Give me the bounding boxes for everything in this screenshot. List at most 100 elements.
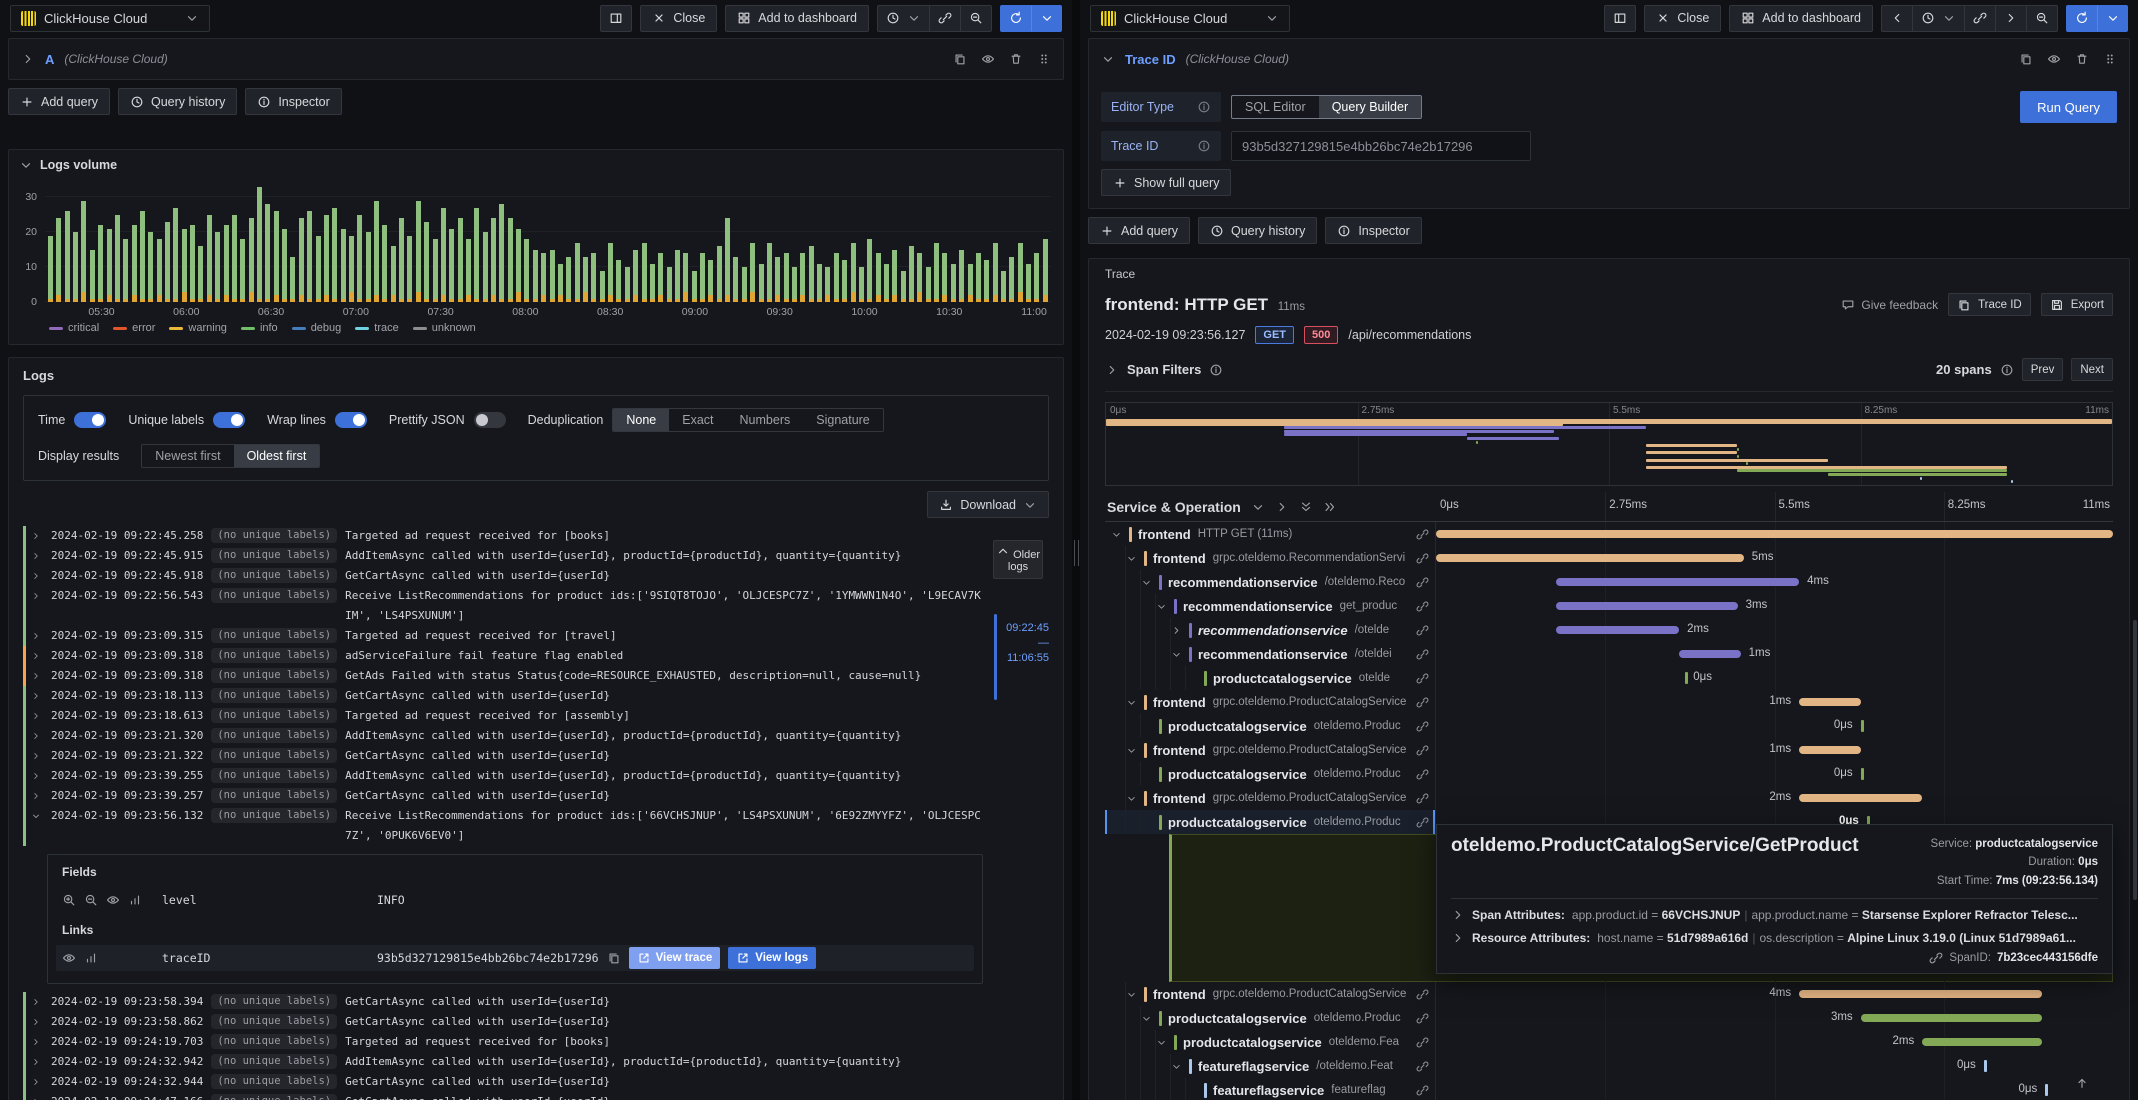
span-row-frontend[interactable]: frontend grpc.oteldemo.RecommendationServ… [1105,546,2113,570]
toggle-link-visibility-icon[interactable] [62,951,76,965]
older-logs-button[interactable]: Older logs [993,540,1043,579]
download-button[interactable]: Download [927,491,1049,518]
span-link-icon[interactable] [1412,600,1435,613]
option-none[interactable]: None [613,409,670,431]
span-link-icon[interactable] [1412,744,1435,757]
span-link-icon[interactable] [1412,720,1435,733]
option-exact[interactable]: Exact [669,409,726,431]
zoom-out-button[interactable] [960,4,992,32]
zoom-out-button[interactable] [2026,4,2058,32]
span-row-productcatalogservice[interactable]: productcatalogservice oteldemo.Produc 3ms [1105,1006,2113,1030]
time-shift-back-button[interactable] [1881,4,1912,32]
span-row-frontend[interactable]: frontend grpc.oteldemo.ProductCatalogServ… [1105,786,2113,810]
refresh-interval-button[interactable] [2097,4,2128,32]
collapse-all-icon[interactable] [1299,500,1313,514]
span-link-icon[interactable] [1412,1012,1435,1025]
span-link-icon[interactable] [1412,1060,1435,1073]
log-row[interactable]: 2024-02-19 09:23:21.320 (no unique labels… [23,726,985,746]
show-full-query-button[interactable]: Show full query [1101,169,1232,196]
log-row[interactable]: 2024-02-19 09:24:47.166(no unique labels… [23,1092,985,1100]
duplicate-query-icon[interactable] [2019,52,2033,66]
log-row[interactable]: 2024-02-19 09:24:32.942 (no unique labels… [23,1052,985,1072]
span-link-icon[interactable] [1412,792,1435,805]
span-toggle-icon[interactable] [1141,1013,1157,1024]
span-link-icon[interactable] [1412,528,1435,541]
toggle-unique-labels[interactable] [213,412,246,428]
left-datasource-picker[interactable]: ClickHouse Cloud [10,4,210,32]
copy-icon[interactable] [607,951,621,965]
time-picker-button[interactable] [877,4,929,32]
legend-item-warning[interactable]: warning [169,322,227,334]
span-link-icon[interactable] [1412,648,1435,661]
log-row[interactable]: 2024-02-19 09:23:18.613 (no unique labels… [23,706,985,726]
option-signature[interactable]: Signature [803,409,883,431]
drag-handle-icon[interactable] [2103,52,2117,66]
legend-item-critical[interactable]: critical [49,322,99,334]
option-oldest-first[interactable]: Oldest first [233,445,320,467]
collapse-one-icon[interactable] [1251,500,1265,514]
log-row[interactable]: 2024-02-19 09:22:45.258 (no unique labels… [23,526,985,546]
span-row-recommendationservice[interactable]: recommendationservice/oteldemo.Reco 4ms [1105,570,2113,594]
duplicate-query-icon[interactable] [953,52,967,66]
log-timeline-scrollbar[interactable] [994,614,997,700]
span-row-productcatalogservice[interactable]: productcatalogservice oteldemo.Produc 0μs [1105,762,2113,786]
span-toggle-icon[interactable] [1111,529,1127,540]
log-row[interactable]: 2024-02-19 09:23:39.257 (no unique labels… [23,786,985,806]
span-row-recommendationservice[interactable]: recommendationservice get_produc 3ms [1105,594,2113,618]
legend-item-debug[interactable]: debug [291,322,341,334]
inspector-button[interactable]: Inspector [1325,217,1422,244]
field-stats-icon[interactable] [128,893,142,907]
collapse-section-icon[interactable] [19,158,33,172]
volume-plot[interactable] [45,184,1051,302]
trace-minimap[interactable]: 0μs 2.75ms 5.5ms 8.25ms 11ms [1105,402,2113,486]
drag-handle-icon[interactable] [1037,52,1051,66]
span-row-productcatalogservice[interactable]: productcatalogservice otelde 0μs [1105,666,2113,690]
export-button[interactable]: Export [2040,293,2113,316]
add-to-dashboard-button[interactable]: Add to dashboard [725,4,869,32]
span-toggle-icon[interactable] [1141,577,1157,588]
span-toggle-icon[interactable] [1126,989,1142,1000]
span-toggle-icon[interactable] [1126,793,1142,804]
log-row[interactable]: 2024-02-19 09:22:45.918 (no unique labels… [23,566,985,586]
right-pane-scrollbar[interactable] [2133,620,2137,900]
log-row[interactable]: 2024-02-19 09:22:56.543 (no unique labels… [23,586,985,626]
query-history-button[interactable]: Query history [117,88,238,115]
expand-one-icon[interactable] [1275,500,1289,514]
view-logs-button[interactable]: View logs [728,947,817,969]
option-sql-editor[interactable]: SQL Editor [1232,96,1319,118]
legend-item-unknown[interactable]: unknown [412,322,476,334]
legend-item-error[interactable]: error [113,322,155,334]
next-span-button[interactable]: Next [2071,358,2113,381]
span-toggle-icon[interactable] [1171,1061,1187,1072]
pane-resize-handle[interactable] [1072,0,1080,1100]
time-shift-forward-button[interactable] [1995,4,2026,32]
span-toggle-icon[interactable] [1156,1037,1172,1048]
query-history-button[interactable]: Query history [1197,217,1318,244]
query-ref[interactable]: Trace ID [1125,52,1176,67]
add-query-button[interactable]: Add query [1088,217,1190,244]
log-row[interactable]: 2024-02-19 09:24:32.944 (no unique labels… [23,1072,985,1092]
filter-out-value-icon[interactable] [84,893,98,907]
log-row[interactable]: 2024-02-19 09:23:58.394 (no unique labels… [23,992,985,1012]
refresh-interval-button[interactable] [1031,4,1062,32]
toggle-prettify-json[interactable] [473,412,506,428]
legend-item-trace[interactable]: trace [355,322,399,334]
delete-query-icon[interactable] [1009,52,1023,66]
log-row[interactable]: 2024-02-19 09:23:58.862 (no unique labels… [23,1012,985,1032]
span-row-productcatalogservice[interactable]: productcatalogservice oteldemo.Produc 0μs [1105,714,2113,738]
trace-id-input[interactable] [1231,131,1531,161]
right-datasource-picker[interactable]: ClickHouse Cloud [1090,4,1290,32]
time-picker-button[interactable] [1912,4,1964,32]
log-row[interactable]: 2024-02-19 09:23:09.318 (no unique labels… [23,666,985,686]
option-numbers[interactable]: Numbers [727,409,804,431]
expand-span-filters-icon[interactable] [1105,363,1119,377]
expand-all-icon[interactable] [1323,500,1337,514]
log-row[interactable]: 2024-02-19 09:23:56.132 (no unique labels… [23,806,985,846]
span-row-recommendationservice[interactable]: recommendationservice/oteldei 1ms [1105,642,2113,666]
refresh-button[interactable] [1000,4,1031,32]
span-link-icon[interactable] [1412,672,1435,685]
span-toggle-icon[interactable] [1126,553,1142,564]
span-link-icon[interactable] [1412,1036,1435,1049]
span-attributes-row[interactable]: Span Attributes: app.product.id = 66VCHS… [1451,908,2098,922]
span-row-frontend[interactable]: frontend grpc.oteldemo.ProductCatalogServ… [1105,738,2113,762]
